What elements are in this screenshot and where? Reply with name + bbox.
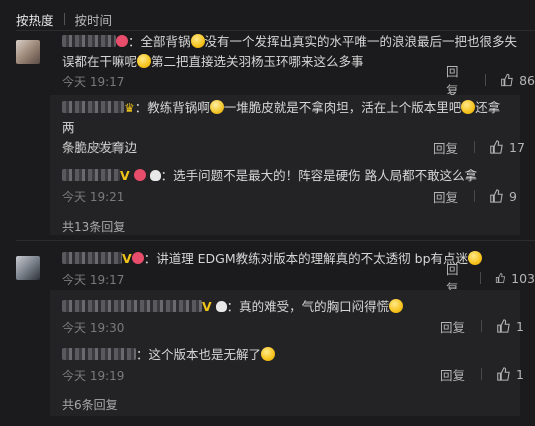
reply-text-part: ：选手问题不是最大的！阵容是硬伤 路人局都不敢这么拿 xyxy=(160,168,478,183)
heart-badge-icon xyxy=(116,35,128,47)
reply-text: V ：真的难受，气的胸口闷得慌 xyxy=(62,297,507,317)
smirk-emoji-icon xyxy=(261,347,276,361)
like-count: 17 xyxy=(509,139,525,155)
reply-text-part: ：真的难受，气的胸口闷得慌 xyxy=(226,299,390,314)
action-divider xyxy=(474,141,476,153)
action-divider xyxy=(474,190,476,202)
sort-by-time-tab[interactable]: 按时间 xyxy=(75,10,113,29)
reply-time: 今天 19:19 xyxy=(62,141,125,155)
thumbs-up-icon[interactable] xyxy=(495,271,505,285)
reply-actions: 回复 1 xyxy=(440,317,524,336)
reply-button[interactable]: 回复 xyxy=(433,187,458,206)
reply-button[interactable]: 回复 xyxy=(446,61,469,99)
thumbs-up-icon[interactable] xyxy=(496,367,510,381)
comment-text-part: 没有一个发挥出真实的水平唯一的浪浪最后一把也很多失 xyxy=(204,34,518,49)
reply-button[interactable]: 回复 xyxy=(440,317,465,336)
reply-text-part: ：这个版本也是无解了 xyxy=(136,347,262,362)
more-replies-link[interactable]: 共13条回复 xyxy=(62,218,125,235)
sweat-emoji-icon xyxy=(209,100,224,114)
action-divider xyxy=(485,74,487,86)
v-badge-icon: V xyxy=(120,168,130,183)
grimace-emoji-icon xyxy=(461,100,476,114)
comment-text-part: 误都在干嘛呢 xyxy=(62,54,138,69)
thumbs-up-icon[interactable] xyxy=(496,319,510,333)
comment-time: 今天 19:17 xyxy=(62,75,125,89)
username[interactable] xyxy=(62,348,136,360)
thumbs-up-icon[interactable] xyxy=(489,140,503,154)
action-divider xyxy=(480,272,481,284)
surprised-emoji-icon xyxy=(468,251,482,265)
comment-text-part: 第二把直接选关羽杨玉环哪来这么多事 xyxy=(151,54,364,69)
crown-badge-icon: ♛ xyxy=(124,101,135,115)
like-count: 86 xyxy=(519,72,535,88)
username[interactable] xyxy=(62,101,124,113)
reply-text-part: ：教练背锅啊 xyxy=(134,100,210,115)
v-badge-icon: V xyxy=(202,299,212,314)
action-divider xyxy=(481,320,483,332)
username[interactable] xyxy=(62,252,122,264)
more-replies-link[interactable]: 共6条回复 xyxy=(62,396,118,413)
comment-actions: 回复 86 xyxy=(446,64,535,98)
like-count: 9 xyxy=(509,188,517,204)
thumbs-up-icon[interactable] xyxy=(489,189,503,203)
reply-actions: 回复 9 xyxy=(433,187,517,206)
like-count: 1 xyxy=(516,318,524,334)
username[interactable] xyxy=(62,35,116,47)
avatar[interactable] xyxy=(16,40,40,64)
comment-actions: 回复 103 xyxy=(446,262,535,296)
avatar[interactable] xyxy=(16,256,40,280)
reply-button[interactable]: 回复 xyxy=(440,365,465,384)
reply-actions: 回复 1 xyxy=(440,365,524,384)
sad-emoji-icon xyxy=(389,299,404,313)
v-badge-icon: V xyxy=(122,251,132,266)
comment-time: 今天 19:17 xyxy=(62,273,125,287)
reply-time: 今天 19:21 xyxy=(62,190,125,204)
reply-text-part: 一堆脆皮就是不拿肉坦，活在上个版本里吧 xyxy=(223,100,462,115)
comment-text-part: ：讲道理 EDGM教练对版本的理解真的不太透彻 bp有点迷 xyxy=(143,251,468,266)
heart-badge-icon xyxy=(133,169,146,181)
username[interactable] xyxy=(62,300,202,312)
reply-actions: 回复 17 xyxy=(433,138,525,157)
sort-by-hot-tab[interactable]: 按热度 xyxy=(16,10,54,29)
like-count: 103 xyxy=(511,270,535,286)
reply-text: ：这个版本也是无解了 xyxy=(62,345,507,365)
skull-emoji-icon xyxy=(215,301,227,312)
skull-emoji-icon xyxy=(149,170,161,181)
action-divider xyxy=(481,368,483,380)
sort-bar: 按热度 按时间 xyxy=(16,10,112,28)
reply-text: V ：选手问题不是最大的！阵容是硬伤 路人局都不敢这么拿 xyxy=(62,166,507,186)
divider xyxy=(16,30,535,31)
reply-time: 今天 19:19 xyxy=(62,369,125,383)
smirk-emoji-icon xyxy=(137,54,152,68)
heart-badge-icon xyxy=(131,252,144,264)
like-count: 1 xyxy=(516,366,524,382)
reply-time: 今天 19:30 xyxy=(62,321,125,335)
username[interactable] xyxy=(62,169,120,181)
reply-button[interactable]: 回复 xyxy=(433,138,458,157)
sort-divider xyxy=(63,13,65,25)
thumbs-up-icon[interactable] xyxy=(500,73,513,87)
smirk-emoji-icon xyxy=(190,34,205,48)
divider xyxy=(16,240,535,241)
comment-text-part: ：全部背锅 xyxy=(128,34,191,49)
